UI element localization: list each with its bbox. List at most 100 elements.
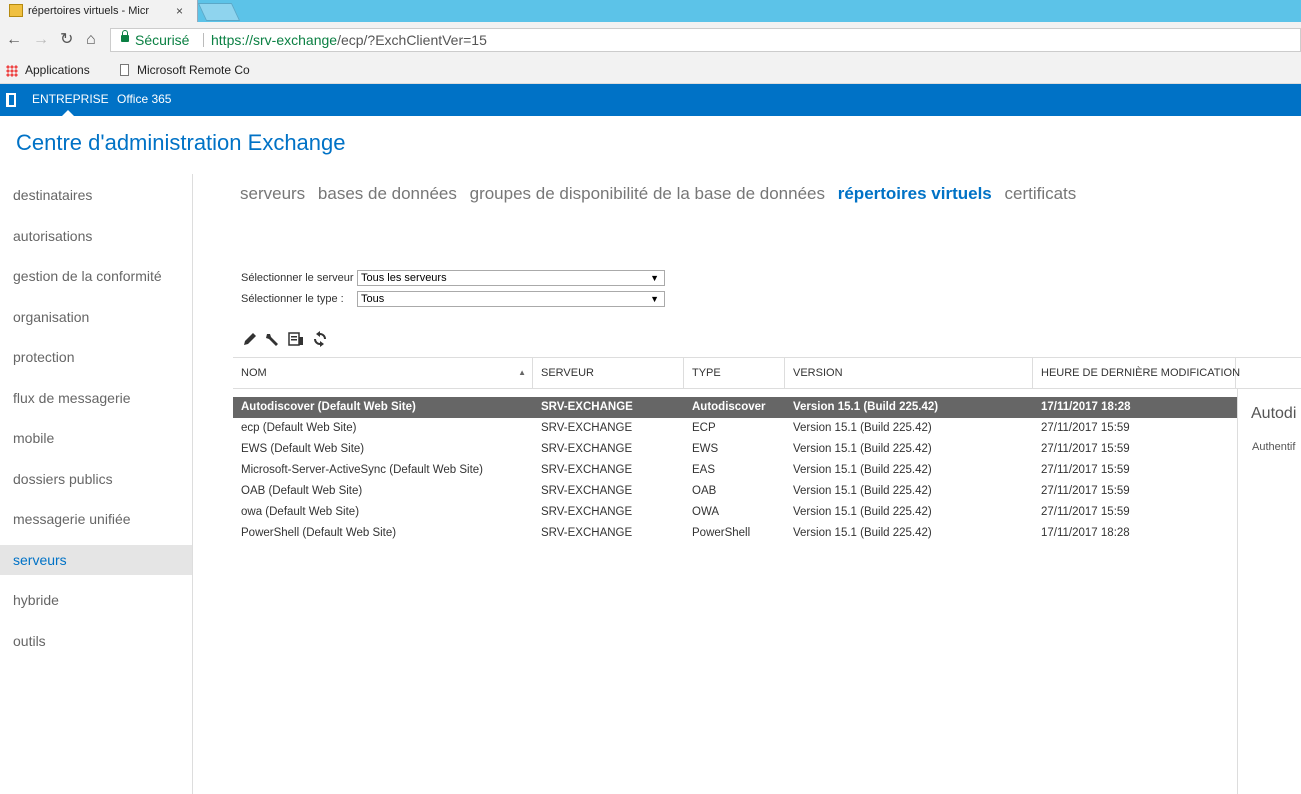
close-tab-icon[interactable]: ×: [176, 0, 183, 22]
column-header-nom[interactable]: NOM ▲: [233, 358, 533, 388]
cell-nom: ecp (Default Web Site): [241, 422, 357, 434]
column-header-version[interactable]: VERSION: [785, 358, 1033, 388]
cell-heure: 27/11/2017 15:59: [1041, 422, 1130, 434]
nav-item-outils[interactable]: outils: [0, 626, 192, 656]
cell-version: Version 15.1 (Build 225.42): [793, 485, 932, 497]
browser-tab[interactable]: répertoires virtuels - Micr ×: [0, 0, 198, 22]
nav-item-dossiers-publics[interactable]: dossiers publics: [0, 464, 192, 494]
server-select[interactable]: Tous les serveurs ▼: [357, 270, 665, 286]
tab-repertoires-virtuels[interactable]: répertoires virtuels: [838, 184, 992, 203]
forward-icon[interactable]: →: [33, 22, 49, 58]
details-subtitle: Authentif: [1252, 441, 1296, 453]
home-icon[interactable]: ⌂: [86, 22, 96, 58]
nav-item-messagerie-unifiee[interactable]: messagerie unifiée: [0, 504, 192, 534]
nav-item-serveurs[interactable]: serveurs: [0, 545, 192, 575]
table-row[interactable]: Autodiscover (Default Web Site) SRV-EXCH…: [233, 397, 1237, 418]
cell-serveur: SRV-EXCHANGE: [541, 401, 633, 413]
nav-item-autorisations[interactable]: autorisations: [0, 221, 192, 251]
exchange-favicon-icon: [9, 4, 23, 17]
office365-top-bar: ENTREPRISE Office 365: [0, 84, 1301, 116]
cell-type: ECP: [692, 422, 716, 434]
cell-serveur: SRV-EXCHANGE: [541, 527, 633, 539]
refresh-icon[interactable]: [312, 331, 328, 347]
cell-type: EWS: [692, 443, 719, 455]
type-select-value: Tous: [361, 293, 385, 305]
cell-type: Autodiscover: [692, 401, 766, 413]
reload-icon[interactable]: ↻: [60, 22, 73, 58]
back-icon[interactable]: ←: [6, 22, 22, 58]
cell-heure: 17/11/2017 18:28: [1041, 401, 1131, 413]
page-title: Centre d'administration Exchange: [16, 130, 346, 155]
cell-nom: owa (Default Web Site): [241, 506, 360, 518]
apps-grid-icon: [6, 65, 18, 77]
column-header-serveur[interactable]: SERVEUR: [533, 358, 684, 388]
bookmark-applications[interactable]: Applications: [25, 58, 90, 83]
bookmark-microsoft-remote[interactable]: Microsoft Remote Co: [137, 58, 250, 83]
cell-nom: Microsoft-Server-ActiveSync (Default Web…: [241, 464, 483, 476]
o365-office365-link[interactable]: Office 365: [117, 84, 171, 114]
address-bar-row: ← → ↻ ⌂ Sécurisé https://srv-exchange/ec…: [0, 22, 1301, 58]
office-logo-icon[interactable]: [6, 93, 16, 107]
tab-serveurs[interactable]: serveurs: [240, 184, 305, 203]
cell-nom: OAB (Default Web Site): [241, 485, 363, 497]
details-icon[interactable]: [288, 331, 304, 347]
details-title: Autodi: [1251, 405, 1297, 422]
dropdown-arrow-icon: ▼: [650, 294, 659, 304]
table-row[interactable]: EWS (Default Web Site) SRV-EXCHANGE EWS …: [233, 439, 1237, 460]
tab-bases-de-donnees[interactable]: bases de données: [318, 184, 457, 203]
cell-version: Version 15.1 (Build 225.42): [793, 527, 932, 539]
new-tab-button[interactable]: [197, 3, 241, 21]
cell-type: OWA: [692, 506, 720, 518]
sort-ascending-icon: ▲: [518, 368, 526, 377]
type-select[interactable]: Tous ▼: [357, 291, 665, 307]
table-row[interactable]: owa (Default Web Site) SRV-EXCHANGE OWA …: [233, 502, 1237, 523]
table-row[interactable]: ecp (Default Web Site) SRV-EXCHANGE ECP …: [233, 418, 1237, 439]
cell-heure: 27/11/2017 15:59: [1041, 464, 1130, 476]
secure-label: Sécurisé: [135, 32, 190, 48]
cell-heure: 27/11/2017 15:59: [1041, 506, 1130, 518]
server-select-value: Tous les serveurs: [361, 272, 447, 284]
type-select-label: Sélectionner le type :: [241, 293, 344, 305]
cell-type: PowerShell: [692, 527, 751, 539]
nav-item-destinataires[interactable]: destinataires: [0, 180, 192, 210]
column-header-type[interactable]: TYPE: [684, 358, 785, 388]
cell-heure: 27/11/2017 15:59: [1041, 485, 1130, 497]
page-icon: [120, 64, 129, 76]
bookmarks-bar: Applications Microsoft Remote Co: [0, 58, 1301, 84]
cell-version: Version 15.1 (Build 225.42): [793, 464, 932, 476]
nav-item-organisation[interactable]: organisation: [0, 302, 192, 332]
cell-nom: PowerShell (Default Web Site): [241, 527, 397, 539]
nav-item-mobile[interactable]: mobile: [0, 423, 192, 453]
cell-nom: Autodiscover (Default Web Site): [241, 401, 416, 413]
nav-item-hybride[interactable]: hybride: [0, 585, 192, 615]
cell-serveur: SRV-EXCHANGE: [541, 443, 633, 455]
nav-item-protection[interactable]: protection: [0, 342, 192, 372]
url-input[interactable]: Sécurisé https://srv-exchange/ecp/?ExchC…: [110, 28, 1301, 52]
table-row[interactable]: PowerShell (Default Web Site) SRV-EXCHAN…: [233, 523, 1237, 544]
details-pane: Autodi Authentif: [1237, 389, 1301, 794]
cell-serveur: SRV-EXCHANGE: [541, 485, 633, 497]
browser-tab-bar: répertoires virtuels - Micr ×: [0, 0, 1301, 22]
wrench-icon[interactable]: [264, 331, 280, 347]
table-row[interactable]: Microsoft-Server-ActiveSync (Default Web…: [233, 460, 1237, 481]
url-host: https://srv-exchange: [211, 32, 338, 48]
table-row[interactable]: OAB (Default Web Site) SRV-EXCHANGE OAB …: [233, 481, 1237, 502]
cell-serveur: SRV-EXCHANGE: [541, 464, 633, 476]
cell-version: Version 15.1 (Build 225.42): [793, 422, 932, 434]
left-nav: destinataires autorisations gestion de l…: [0, 174, 193, 794]
sub-tabs: serveurs bases de données groupes de dis…: [240, 184, 1084, 204]
nav-item-flux-messagerie[interactable]: flux de messagerie: [0, 383, 192, 413]
tab-groupes-disponibilite[interactable]: groupes de disponibilité de la base de d…: [470, 184, 825, 203]
active-caret-icon: [62, 110, 74, 116]
cell-serveur: SRV-EXCHANGE: [541, 506, 633, 518]
cell-serveur: SRV-EXCHANGE: [541, 422, 633, 434]
url-text: https://srv-exchange/ecp/?ExchClientVer=…: [211, 29, 487, 51]
cell-heure: 27/11/2017 15:59: [1041, 443, 1130, 455]
nav-item-gestion-conformite[interactable]: gestion de la conformité: [0, 261, 192, 291]
column-header-heure-modification[interactable]: HEURE DE DERNIÈRE MODIFICATION: [1033, 358, 1240, 388]
cell-heure: 17/11/2017 18:28: [1041, 527, 1130, 539]
cell-version: Version 15.1 (Build 225.42): [793, 506, 932, 518]
url-path: /ecp/?ExchClientVer=15: [337, 32, 487, 48]
tab-certificats[interactable]: certificats: [1004, 184, 1076, 203]
edit-icon[interactable]: [242, 331, 258, 347]
